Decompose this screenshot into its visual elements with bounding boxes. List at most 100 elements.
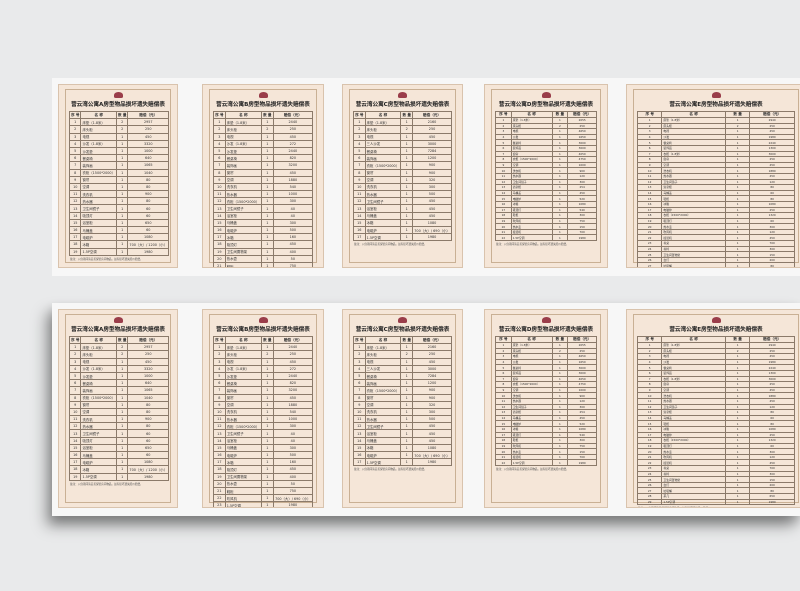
table-cell: 床头柜 <box>224 125 262 134</box>
table-cell: 900 <box>127 415 170 424</box>
compensation-table: 序 号名 称数 量赔偿（元） 1 床垫（1.8米） 1 2940 2 床头柜 2 250 3 电视 1… <box>636 111 795 267</box>
table-cell: 餐桌椅 <box>364 146 402 156</box>
table-cell: 14 <box>68 211 82 220</box>
table-cell: 3000 <box>412 364 452 373</box>
table-row: 20 热水壶 1 50 <box>213 254 314 263</box>
table-row: 22 吹风机 1 700（大）/ 690（小） <box>213 494 314 503</box>
table-row: 6 装饰画 1 1200 <box>353 379 452 388</box>
sheet-notes: 备注：入住期间请妥善保管房间物品，如有损坏遗失照价赔偿。 <box>70 482 143 486</box>
display-strip: 营云湾公寓A房型物品损坏遗失赔偿表序 号名 称数 量赔偿（元） 1 床垫（1.8米）… <box>52 78 800 276</box>
table-cell: 1 <box>260 154 274 163</box>
table-cell: 250 <box>272 125 314 134</box>
mockup-row-top: 营云湾公寓A房型物品损坏遗失赔偿表序 号名 称数 量赔偿（元） 1 床垫（1.8米）… <box>0 78 800 276</box>
table-cell: 装饰画 <box>80 161 117 170</box>
table-cell: 2 <box>260 125 274 134</box>
table-cell: 14 <box>213 211 226 220</box>
table-row: 13 卫生间镜子 1 60 <box>68 429 170 438</box>
table-cell: 1 <box>115 182 129 192</box>
table-row: 16 电磁炉 1 500 <box>213 225 314 235</box>
table-row: 14 浴室柜 1 40 <box>213 211 314 220</box>
table-cell: 450 <box>272 465 314 474</box>
table-cell: 沙发垫 <box>224 146 262 156</box>
table-cell: 15 <box>353 443 366 453</box>
table-cell: 9 <box>353 175 366 184</box>
table-row: 15 马桶盖 1 300 <box>213 218 314 228</box>
table-row: 19 卫生间置物架 1 400 <box>213 472 314 481</box>
table-cell: 装饰画 <box>80 386 117 395</box>
column-header: 赔偿（元） <box>412 335 452 345</box>
column-header: 名 称 <box>80 110 117 120</box>
table-cell: 250 <box>412 125 452 134</box>
table-row: 21 鞋柜 1 750 <box>213 486 314 496</box>
table-cell: 1080 <box>412 443 452 453</box>
table-row: 4 三人沙发 1 3000 <box>353 364 452 373</box>
table-cell: 热水器 <box>364 190 402 199</box>
table-cell: 1 <box>260 465 274 474</box>
table-row: 2 床头柜 2 250 <box>353 125 452 134</box>
table-cell: 1 <box>400 168 414 177</box>
table-row: 11 洗衣机 1 900 <box>68 415 170 424</box>
table-cell: 1980 <box>749 498 795 506</box>
table-cell: 冰箱 <box>224 233 262 242</box>
table-cell: 1 <box>353 118 366 127</box>
table-cell: 20 <box>213 254 226 263</box>
table-row: 16 马桶盖 1 60 <box>68 225 170 235</box>
table-cell: 450 <box>272 132 314 141</box>
table-row: 17 冰箱 1 160 <box>213 458 314 467</box>
column-header: 名 称 <box>364 110 402 120</box>
table-cell: 1 <box>260 479 274 488</box>
table-row: 7 衣柜（1500*2000） 1 900 <box>353 161 452 170</box>
compensation-sheet-card: 营云湾公寓E房型物品损坏遗失赔偿表序 号名 称数 量赔偿（元） 1 床垫（1.8米）… <box>626 309 800 508</box>
table-row: 1 床垫（1.8米） 1 2440 <box>213 343 314 352</box>
table-row: 12 衣柜（1500*2000） 1 300 <box>213 197 314 206</box>
table-cell: 1 <box>115 371 129 381</box>
table-cell: 2 <box>115 350 129 359</box>
table-row: 5 沙发垫 1 2440 <box>213 371 314 381</box>
table-cell: 6 <box>213 379 226 388</box>
table-cell: 2 <box>213 350 226 359</box>
table-cell: 鞋柜 <box>224 261 262 267</box>
table-cell: 7284 <box>412 146 452 156</box>
column-header: 赔偿（元） <box>412 110 452 120</box>
hotel-logo-icon <box>113 317 123 323</box>
table-row: 11 热水器 1 1000 <box>213 190 314 199</box>
table-cell: 卫生间镜子 <box>224 204 262 213</box>
table-cell: 450 <box>412 422 452 431</box>
table-cell: 1000 <box>127 371 170 381</box>
table-cell: 250 <box>127 350 170 359</box>
table-row: 13 卫生间镜子 1 60 <box>68 204 170 213</box>
table-row: 6 餐桌椅 1 640 <box>68 154 170 163</box>
sheet-title: 营云湾公寓E房型物品损坏遗失赔偿表 <box>669 327 763 333</box>
table-cell: 浴室柜 <box>80 443 117 453</box>
table-cell: 马桶盖 <box>364 436 402 445</box>
table-cell: 1 <box>724 262 751 267</box>
table-row: 15 浴室柜 1 650 <box>68 218 170 228</box>
table-row: 5 沙发垫 1 1000 <box>68 371 170 381</box>
table-cell: 1 <box>260 371 274 381</box>
table-row: 8 窗帘 1 900 <box>353 393 452 402</box>
table-cell: 1 <box>115 190 129 199</box>
table-cell: 13 <box>68 204 82 213</box>
table-cell: 15 <box>213 218 226 228</box>
table-cell: 电视 <box>80 132 117 141</box>
table-cell: 250 <box>127 125 170 134</box>
column-header: 名 称 <box>80 335 117 345</box>
table-cell: 1 <box>400 364 414 373</box>
table-cell: 浴室柜 <box>364 204 402 213</box>
table-cell: 9 <box>68 400 82 409</box>
table-cell: 4 <box>68 139 82 148</box>
table-cell: 300 <box>412 407 452 417</box>
table-row: 15 冰箱 1 1080 <box>353 218 452 228</box>
table-row: 12 卫生间镜子 1 450 <box>353 197 452 206</box>
table-cell: 6 <box>213 154 226 163</box>
table-cell: 2 <box>115 118 129 127</box>
compensation-sheet-card: 营云湾公寓D房型物品损坏遗失赔偿表序 号名 称数 量赔偿（元） 1 床垫（1.8米）… <box>484 84 608 268</box>
table-cell: 1200 <box>412 379 452 388</box>
table-cell: 马桶盖 <box>364 211 402 220</box>
table-cell: 18 <box>68 240 82 249</box>
table-row: 9 空调 1 320 <box>353 175 452 184</box>
table-cell: 16 <box>213 450 226 460</box>
table-row: 3 电视 1 450 <box>213 357 314 366</box>
compensation-sheet-card: 营云湾公寓A房型物品损坏遗失赔偿表序 号名 称数 量赔偿（元） 1 床垫（1.8米）… <box>58 309 178 508</box>
column-header: 序 号 <box>353 110 366 120</box>
